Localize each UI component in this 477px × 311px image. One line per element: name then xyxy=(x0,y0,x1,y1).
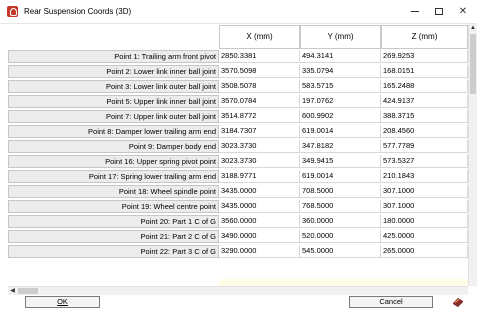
cell-x[interactable]: 3435.0000 xyxy=(219,185,300,198)
help-book-icon[interactable] xyxy=(452,297,464,307)
app-icon xyxy=(7,6,18,17)
row-header[interactable]: Point 16: Upper spring pivot point xyxy=(8,155,219,168)
row-header[interactable]: Point 20: Part 1 C of G xyxy=(8,215,219,228)
cell-y[interactable]: 619.0014 xyxy=(300,170,381,183)
scroll-left-icon[interactable]: ◀ xyxy=(8,287,17,295)
cell-y[interactable]: 360.0000 xyxy=(300,215,381,228)
cell-z[interactable]: 573.5327 xyxy=(381,155,468,168)
cell-x[interactable]: 3188.9771 xyxy=(219,170,300,183)
row-header[interactable]: Point 17: Spring lower trailing arm end xyxy=(8,170,219,183)
row-header[interactable]: Point 19: Wheel centre point xyxy=(8,200,219,213)
cell-y[interactable]: 335.0794 xyxy=(300,65,381,78)
maximize-icon xyxy=(435,7,443,15)
horizontal-scroll-thumb[interactable] xyxy=(18,288,38,294)
row-header[interactable]: Point 21: Part 2 C of G xyxy=(8,230,219,243)
cell-y[interactable]: 583.5715 xyxy=(300,80,381,93)
cell-x[interactable]: 3508.5078 xyxy=(219,80,300,93)
cell-x[interactable]: 3023.3730 xyxy=(219,140,300,153)
cell-y[interactable]: 197.0762 xyxy=(300,95,381,108)
cell-z[interactable]: 168.0151 xyxy=(381,65,468,78)
cell-z[interactable]: 265.0000 xyxy=(381,245,468,258)
row-header[interactable]: Point 8: Damper lower trailing arm end xyxy=(8,125,219,138)
empty-grid-area xyxy=(219,279,468,286)
close-icon: ✕ xyxy=(458,6,468,17)
vertical-scroll-thumb[interactable] xyxy=(470,34,476,94)
cell-z[interactable]: 269.9253 xyxy=(381,50,468,63)
cell-z[interactable]: 208.4560 xyxy=(381,125,468,138)
cancel-button-label: Cancel xyxy=(379,297,403,306)
column-header-x[interactable]: X (mm) xyxy=(219,25,300,49)
row-header[interactable]: Point 1: Trailing arm front pivot xyxy=(8,50,219,63)
cell-y[interactable]: 619.0014 xyxy=(300,125,381,138)
row-header[interactable]: Point 5: Upper link inner ball joint xyxy=(8,95,219,108)
cell-x[interactable]: 2850.3381 xyxy=(219,50,300,63)
close-button[interactable]: ✕ xyxy=(452,0,474,24)
cell-y[interactable]: 768.5000 xyxy=(300,200,381,213)
cell-x[interactable]: 3570.5098 xyxy=(219,65,300,78)
cell-x[interactable]: 3514.8772 xyxy=(219,110,300,123)
cell-y[interactable]: 349.9415 xyxy=(300,155,381,168)
cell-y[interactable]: 494.3141 xyxy=(300,50,381,63)
horizontal-scrollbar[interactable]: ◀ xyxy=(8,286,468,295)
ok-button-label: OK xyxy=(57,297,68,306)
row-header[interactable]: Point 9: Damper body end xyxy=(8,140,219,153)
cell-z[interactable]: 388.3715 xyxy=(381,110,468,123)
row-header[interactable]: Point 2: Lower link inner ball joint xyxy=(8,65,219,78)
cell-z[interactable]: 307.1000 xyxy=(381,200,468,213)
coordinates-grid: X (mm) Y (mm) Z (mm) Point 1: Trailing arm … xyxy=(8,24,468,286)
column-header-z[interactable]: Z (mm) xyxy=(381,25,468,49)
maximize-button[interactable] xyxy=(428,0,450,24)
row-header[interactable]: Point 3: Lower link outer ball joint xyxy=(8,80,219,93)
ok-button[interactable]: OK xyxy=(25,296,100,308)
cell-x[interactable]: 3290.0000 xyxy=(219,245,300,258)
cell-z[interactable]: 307.1000 xyxy=(381,185,468,198)
minimize-button[interactable] xyxy=(404,0,426,24)
cell-y[interactable]: 600.9902 xyxy=(300,110,381,123)
cell-x[interactable]: 3560.0000 xyxy=(219,215,300,228)
cell-y[interactable]: 520.0000 xyxy=(300,230,381,243)
window-title: Rear Suspension Coords (3D) xyxy=(24,7,132,16)
row-header[interactable]: Point 22: Part 3 C of G xyxy=(8,245,219,258)
cell-x[interactable]: 3184.7307 xyxy=(219,125,300,138)
cell-y[interactable]: 347.8182 xyxy=(300,140,381,153)
cell-z[interactable]: 425.0000 xyxy=(381,230,468,243)
vertical-scrollbar[interactable]: ▲ xyxy=(468,24,477,286)
cell-z[interactable]: 424.9137 xyxy=(381,95,468,108)
row-header[interactable]: Point 18: Wheel spindle point xyxy=(8,185,219,198)
row-header[interactable]: Point 7: Upper link outer ball joint xyxy=(8,110,219,123)
cell-z[interactable]: 180.0000 xyxy=(381,215,468,228)
cell-y[interactable]: 708.5000 xyxy=(300,185,381,198)
scroll-up-icon[interactable]: ▲ xyxy=(469,24,477,33)
dialog-footer: OK Cancel xyxy=(0,295,477,311)
cell-z[interactable]: 210.1843 xyxy=(381,170,468,183)
cell-y[interactable]: 545.0000 xyxy=(300,245,381,258)
minimize-icon xyxy=(411,10,419,12)
cell-x[interactable]: 3435.0000 xyxy=(219,200,300,213)
cell-x[interactable]: 3490.0000 xyxy=(219,230,300,243)
title-bar: Rear Suspension Coords (3D) ✕ xyxy=(0,0,477,24)
cell-z[interactable]: 577.7789 xyxy=(381,140,468,153)
cancel-button[interactable]: Cancel xyxy=(349,296,433,308)
cell-x[interactable]: 3023.3730 xyxy=(219,155,300,168)
cell-x[interactable]: 3570.0784 xyxy=(219,95,300,108)
cell-z[interactable]: 165.2488 xyxy=(381,80,468,93)
column-header-y[interactable]: Y (mm) xyxy=(300,25,381,49)
